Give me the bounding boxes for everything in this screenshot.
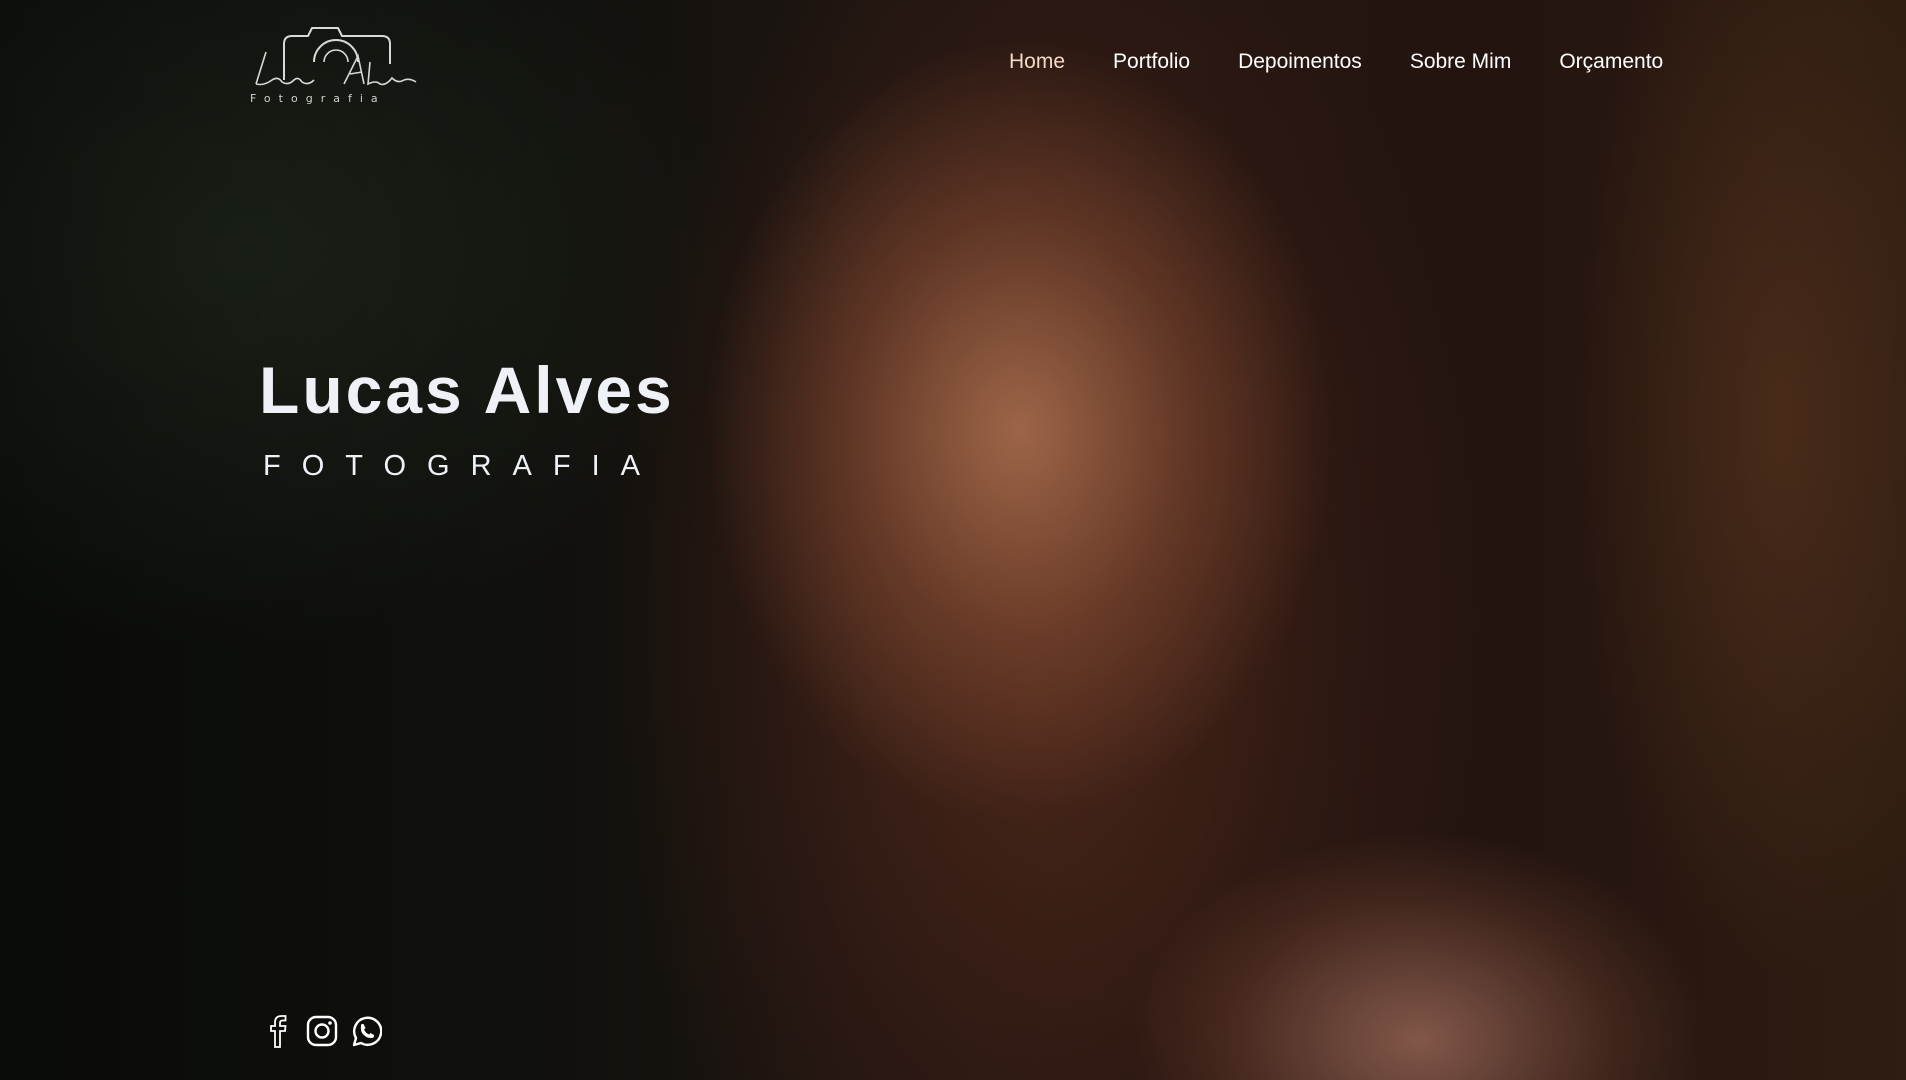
hero-title: Lucas Alves: [259, 353, 675, 427]
nav-portfolio-link[interactable]: Portfolio: [1113, 50, 1190, 74]
hero-subtitle: FOTOGRAFIA: [263, 450, 661, 482]
camera-logo-icon: [255, 27, 417, 86]
main-nav: Home Portfolio Depoimentos Sobre Mim Orç…: [1009, 50, 1663, 74]
instagram-icon[interactable]: [306, 1014, 338, 1048]
hero-section: Fotografia Home Portfolio Depoimentos So…: [0, 0, 1906, 1080]
nav-orcamento-link[interactable]: Orçamento: [1559, 50, 1663, 74]
whatsapp-icon[interactable]: [350, 1014, 383, 1048]
logo-tagline: Fotografia: [250, 92, 386, 105]
nav-home-link[interactable]: Home: [1009, 50, 1065, 74]
social-links: [262, 1014, 383, 1048]
nav-sobre-mim-link[interactable]: Sobre Mim: [1410, 50, 1512, 74]
nav-depoimentos-link[interactable]: Depoimentos: [1238, 50, 1362, 74]
facebook-icon[interactable]: [262, 1014, 294, 1048]
logo[interactable]: Fotografia: [246, 22, 426, 106]
